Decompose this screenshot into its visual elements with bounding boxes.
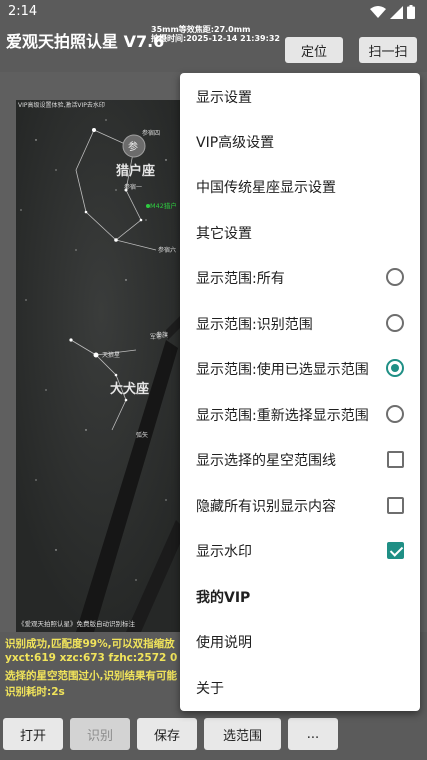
radio-button[interactable]	[386, 268, 404, 286]
menu-show-range-line[interactable]: 显示选择的星空范围线	[180, 437, 420, 482]
save-button[interactable]: 保存	[137, 718, 197, 750]
menu-label: 使用说明	[196, 634, 252, 651]
star-label-saiph: 参宿六	[158, 247, 177, 254]
more-button[interactable]: ...	[288, 718, 338, 750]
menu-label: 显示选择的星空范围线	[196, 452, 336, 469]
battery-icon	[407, 5, 415, 19]
star-photo[interactable]: VIP高级设置体验,激活VIP去水印 参 参宿四 参宿一 参宿六 猎户座 M42…	[16, 100, 186, 632]
star-label-canqi: 参旗	[156, 332, 169, 339]
constellation-canis-major: 大犬座	[110, 382, 150, 397]
star-map-overlay	[16, 100, 186, 632]
menu-display-settings[interactable]: 显示设置	[180, 74, 420, 119]
result-line-1: 识别成功,匹配度99%,可以双指缩放	[5, 638, 175, 650]
status-bar: 2:14	[0, 0, 427, 24]
menu-label: 显示设置	[196, 89, 252, 106]
result-line-2: yxct:619 xzc:673 fzhc:2572 0 1 5	[5, 652, 200, 664]
result-line-3: 选择的星空范围过小,识别结果有可能	[5, 670, 177, 682]
radio-button-selected[interactable]	[386, 359, 404, 377]
menu-label: 其它设置	[196, 225, 252, 242]
menu-label: 我的VIP	[196, 589, 251, 606]
recognize-button[interactable]: 识别	[70, 718, 130, 750]
menu-vip-settings[interactable]: VIP高级设置	[180, 119, 420, 164]
menu-instructions[interactable]: 使用说明	[180, 619, 420, 664]
menu-other-settings[interactable]: 其它设置	[180, 210, 420, 255]
menu-range-reselect[interactable]: 显示范围:重新选择显示范围	[180, 392, 420, 437]
open-button[interactable]: 打开	[3, 718, 63, 750]
menu-my-vip[interactable]: 我的VIP	[180, 574, 420, 619]
menu-chinese-constellation-settings[interactable]: 中国传统星座显示设置	[180, 164, 420, 209]
star-label-betelgeuse: 参宿四	[142, 130, 161, 137]
star-label-sirius: 天狼星	[102, 352, 121, 359]
app-header: 爱观天拍照认星 V7.6 35mm等效焦距:27.0mm 拍摄时间:2025-1…	[0, 24, 427, 72]
locate-button[interactable]: 定位	[285, 37, 343, 63]
menu-label: 关于	[196, 680, 224, 697]
menu-label: 显示水印	[196, 543, 252, 560]
watermark-footer: 《爱观天拍照认星》免费版自动识别标注	[18, 620, 135, 628]
checkbox-checked[interactable]	[387, 542, 404, 559]
scan-button[interactable]: 扫一扫	[359, 37, 417, 63]
menu-about[interactable]: 关于	[180, 665, 420, 710]
select-range-button[interactable]: 选范围	[204, 718, 281, 750]
signal-icon	[390, 5, 403, 19]
menu-range-selected[interactable]: 显示范围:使用已选显示范围	[180, 346, 420, 391]
menu-label: 显示范围:所有	[196, 270, 285, 287]
status-icons	[370, 5, 415, 19]
menu-range-recognized[interactable]: 显示范围:识别范围	[180, 301, 420, 346]
menu-label: 显示范围:识别范围	[196, 316, 313, 333]
lens-info: 35mm等效焦距:27.0mm	[151, 25, 251, 34]
photo-meta: 35mm等效焦距:27.0mm 拍摄时间:2025-12-14 21:39:32	[151, 25, 280, 43]
menu-show-watermark[interactable]: 显示水印	[180, 528, 420, 573]
menu-label: 隐藏所有识别显示内容	[196, 498, 336, 515]
menu-range-all[interactable]: 显示范围:所有	[180, 255, 420, 300]
wifi-icon	[370, 5, 386, 18]
star-label-alnitak: 参宿一	[124, 184, 143, 191]
menu-hide-all-recognition[interactable]: 隐藏所有识别显示内容	[180, 483, 420, 528]
checkbox[interactable]	[387, 497, 404, 514]
checkbox[interactable]	[387, 451, 404, 468]
star-label-hushi: 弧矢	[136, 432, 149, 439]
menu-label: VIP高级设置	[196, 134, 275, 151]
star-label-shen: 参	[128, 142, 138, 153]
menu-label: 显示范围:使用已选显示范围	[196, 361, 369, 378]
status-time: 2:14	[8, 4, 38, 19]
radio-button[interactable]	[386, 405, 404, 423]
app-title: 爱观天拍照认星 V7.6	[6, 32, 165, 51]
menu-label: 显示范围:重新选择显示范围	[196, 407, 369, 424]
overflow-menu: 显示设置 VIP高级设置 中国传统星座显示设置 其它设置 显示范围:所有 显示范…	[180, 73, 420, 711]
menu-label: 中国传统星座显示设置	[196, 179, 336, 196]
radio-button[interactable]	[386, 314, 404, 332]
nebula-m42: M42猎户	[150, 202, 177, 210]
shot-time: 拍摄时间:2025-12-14 21:39:32	[151, 34, 280, 43]
constellation-orion: 猎户座	[116, 164, 156, 179]
result-line-4: 识别耗时:2s	[5, 686, 65, 698]
watermark-header: VIP高级设置体验,激活VIP去水印	[18, 102, 105, 109]
